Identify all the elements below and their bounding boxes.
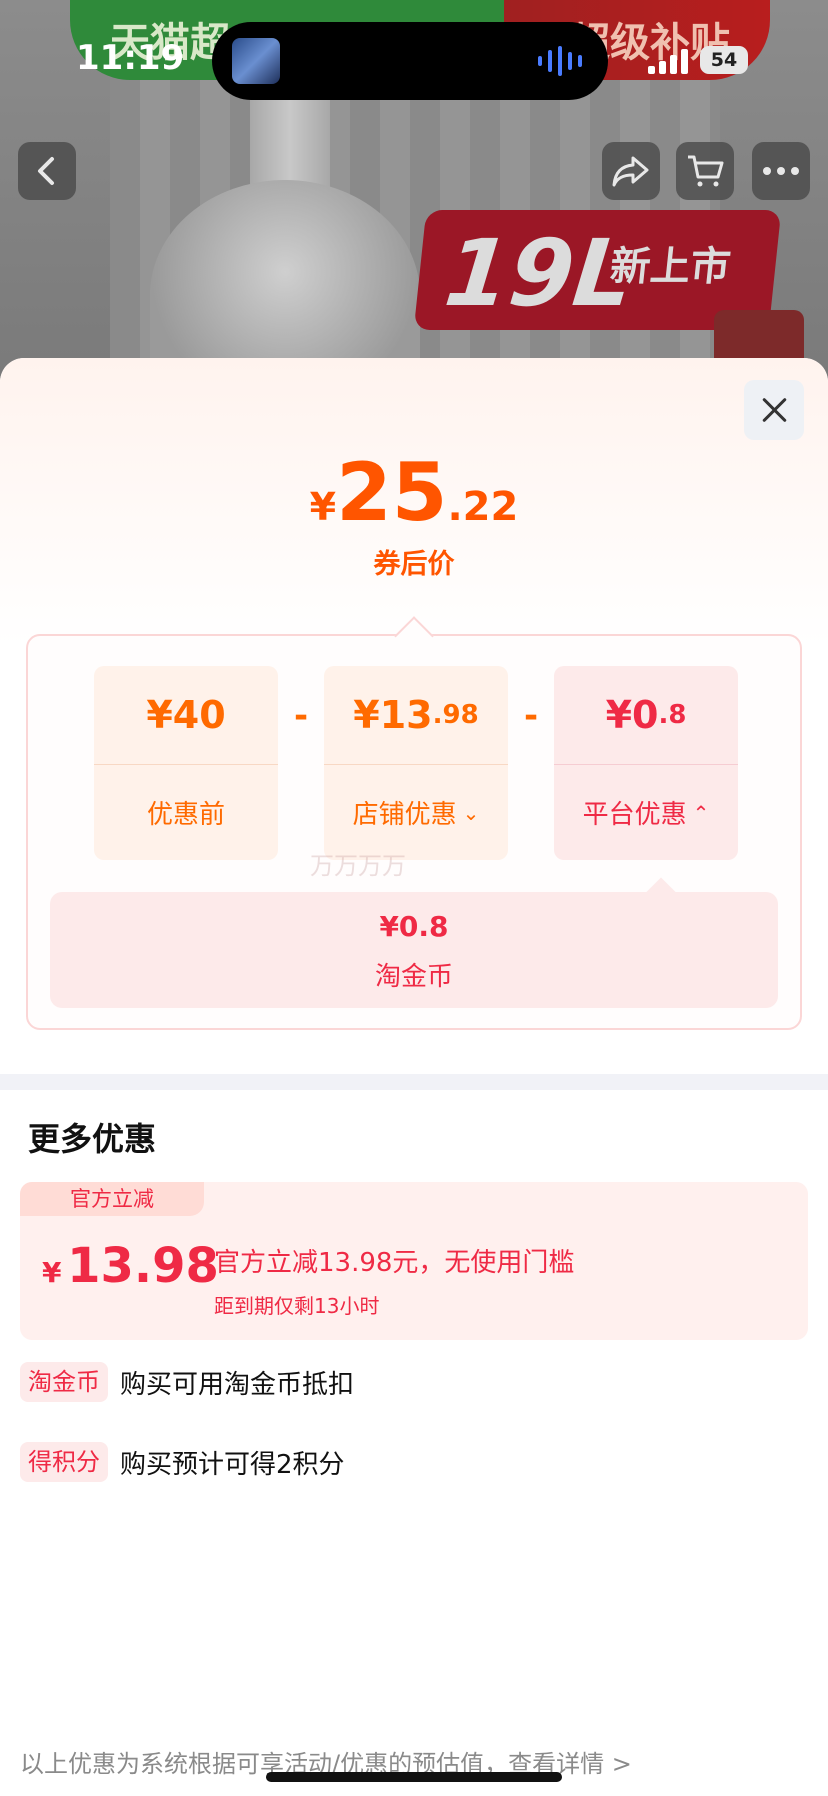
benefit-row-taojinbi: 淘金币 购买可用淘金币抵扣 — [20, 1360, 354, 1404]
taojinbi-value: ¥0.8 — [379, 910, 449, 943]
share-icon — [612, 156, 649, 187]
benefit-tag: 得积分 — [20, 1442, 108, 1482]
minus-sign: - — [294, 696, 309, 736]
minus-sign: - — [524, 696, 539, 736]
battery-icon: 54 — [700, 46, 748, 74]
signal-icon — [648, 48, 688, 74]
final-price-integer: 25 — [336, 446, 448, 539]
chevron-left-icon — [38, 157, 54, 185]
now-playing-artwork — [232, 38, 280, 84]
chevron-up-icon: ⌃ — [692, 800, 710, 825]
section-divider — [0, 1074, 828, 1090]
final-price-decimal: .22 — [447, 484, 519, 530]
benefit-text: 购买预计可得2积分 — [120, 1449, 345, 1480]
store-discount-value: ¥13.98 — [353, 693, 479, 737]
benefit-text: 购买可用淘金币抵扣 — [120, 1369, 355, 1400]
coupon-tag: 官方立减 — [20, 1182, 204, 1216]
more-dots-icon — [763, 167, 799, 175]
original-price-value: ¥40 — [146, 693, 226, 737]
more-button[interactable] — [752, 142, 810, 200]
dynamic-island[interactable] — [212, 22, 608, 100]
coupon-amount: ¥ 13.98 — [42, 1238, 219, 1294]
promo-new-label: 新上市 — [607, 244, 733, 290]
official-discount-coupon[interactable]: 官方立减 ¥ 13.98 官方立减13.98元，无使用门槛 距到期仅剩13小时 — [20, 1182, 808, 1340]
final-price-currency: ¥ — [309, 485, 337, 529]
promo-volume: 19L — [440, 220, 638, 327]
coupon-expiry: 距到期仅剩13小时 — [214, 1294, 380, 1318]
share-button[interactable] — [602, 142, 660, 200]
chevron-down-icon: ⌄ — [462, 800, 480, 825]
taojinbi-sub-item: ¥0.8 淘金币 — [50, 877, 778, 1008]
final-price-label: 券后价 — [373, 549, 455, 580]
cart-icon — [688, 155, 724, 187]
store-discount-card[interactable]: ¥13.98 店铺优惠 ⌄ — [324, 666, 508, 860]
watermark: 万万万万 — [310, 852, 406, 880]
original-price-label: 优惠前 — [146, 800, 225, 830]
final-price: ¥25.22 — [0, 446, 828, 539]
coupon-description: 官方立减13.98元，无使用门槛 — [214, 1248, 575, 1278]
taojinbi-label: 淘金币 — [374, 962, 453, 992]
platform-discount-card[interactable]: ¥0.8 平台优惠 ⌃ — [554, 666, 738, 860]
price-detail-sheet: ¥25.22 券后价 ¥40 优惠前 - ¥13.98 店铺优惠 ⌄ - ¥0 … — [0, 358, 828, 1796]
status-time: 11:19 — [76, 38, 185, 78]
audio-wave-icon — [538, 46, 582, 76]
benefit-tag: 淘金币 — [20, 1362, 108, 1402]
more-offers-title: 更多优惠 — [28, 1120, 157, 1158]
platform-discount-value: ¥0.8 — [605, 693, 687, 737]
platform-discount-label: 平台优惠 ⌃ — [582, 800, 710, 830]
original-price-card: ¥40 优惠前 — [94, 666, 278, 860]
cart-button[interactable] — [676, 142, 734, 200]
home-indicator[interactable] — [266, 1772, 562, 1782]
price-breakdown: ¥40 优惠前 - ¥13.98 店铺优惠 ⌄ - ¥0.8 平台优惠 ⌃ ¥0… — [26, 616, 802, 1030]
benefit-row-points: 得积分 购买预计可得2积分 — [20, 1440, 345, 1484]
close-button[interactable] — [744, 380, 804, 440]
close-icon — [761, 397, 787, 423]
back-button[interactable] — [18, 142, 76, 200]
